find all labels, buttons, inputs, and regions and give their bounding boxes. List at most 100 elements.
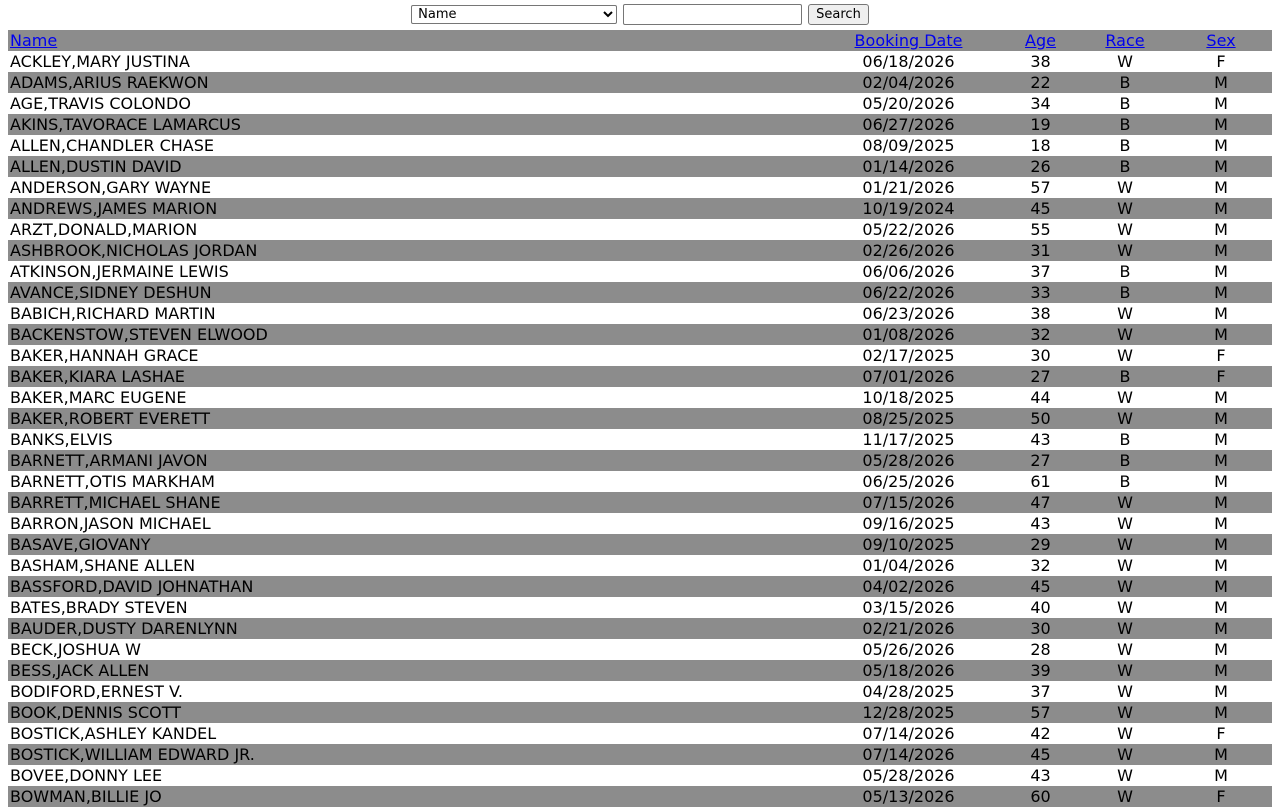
table-row[interactable]: ASHBROOK,NICHOLAS JORDAN 02/26/2026 31 W M (8, 240, 1272, 261)
cell-race: B (1119, 367, 1131, 386)
table-row[interactable]: AKINS,TAVORACE LAMARCUS 06/27/2026 19 B M (8, 114, 1272, 135)
cell-sex: M (1214, 493, 1228, 512)
cell-sex: M (1214, 598, 1228, 617)
table-row[interactable]: BAKER,ROBERT EVERETT 08/25/2025 50 W M (8, 408, 1272, 429)
table-row[interactable]: ANDERSON,GARY WAYNE 01/21/2026 57 W M (8, 177, 1272, 198)
cell-sex: F (1216, 367, 1226, 386)
table-row[interactable]: BAKER,HANNAH GRACE 02/17/2025 30 W F (8, 345, 1272, 366)
table-row[interactable]: BASAVE,GIOVANY 09/10/2025 29 W M (8, 534, 1272, 555)
cell-name: AKINS,TAVORACE LAMARCUS (10, 115, 241, 134)
table-row[interactable]: BACKENSTOW,STEVEN ELWOOD 01/08/2026 32 W M (8, 324, 1272, 345)
cell-sex: M (1214, 388, 1228, 407)
cell-booking-date: 08/25/2025 (862, 409, 955, 428)
search-button[interactable]: Search (808, 4, 869, 25)
cell-name: BOVEE,DONNY LEE (10, 766, 163, 785)
cell-age: 39 (1030, 661, 1051, 680)
table-row[interactable]: BAUDER,DUSTY DARENLYNN 02/21/2026 30 W M (8, 618, 1272, 639)
table-header-row: Name Booking Date Age Race Sex (8, 30, 1272, 51)
table-row[interactable]: BAKER,MARC EUGENE 10/18/2025 44 W M (8, 387, 1272, 408)
cell-name: ARZT,DONALD,MARION (10, 220, 198, 239)
table-row[interactable]: BARRETT,MICHAEL SHANE 07/15/2026 47 W M (8, 492, 1272, 513)
cell-booking-date: 06/06/2026 (862, 262, 955, 281)
cell-race: B (1119, 157, 1131, 176)
cell-name: ALLEN,DUSTIN DAVID (10, 157, 182, 176)
sort-by-name-link[interactable]: Name (10, 31, 57, 50)
cell-sex: M (1214, 283, 1228, 302)
table-row[interactable]: BOSTICK,WILLIAM EDWARD JR. 07/14/2026 45 W M (8, 744, 1272, 765)
cell-booking-date: 05/13/2026 (862, 787, 955, 806)
table-row[interactable]: BARRON,JASON MICHAEL 09/16/2025 43 W M (8, 513, 1272, 534)
cell-race: W (1117, 724, 1133, 743)
cell-booking-date: 07/15/2026 (862, 493, 955, 512)
cell-age: 44 (1030, 388, 1051, 407)
table-row[interactable]: BARNETT,OTIS MARKHAM 06/25/2026 61 B M (8, 471, 1272, 492)
table-row[interactable]: ADAMS,ARIUS RAEKWON 02/04/2026 22 B M (8, 72, 1272, 93)
table-row[interactable]: BESS,JACK ALLEN 05/18/2026 39 W M (8, 660, 1272, 681)
sort-by-sex-link[interactable]: Sex (1206, 31, 1235, 50)
cell-age: 45 (1030, 577, 1051, 596)
cell-name: BASHAM,SHANE ALLEN (10, 556, 196, 575)
table-row[interactable]: ARZT,DONALD,MARION 05/22/2026 55 W M (8, 219, 1272, 240)
cell-sex: M (1214, 661, 1228, 680)
search-field-select[interactable]: Name (411, 5, 618, 24)
table-row[interactable]: ALLEN,CHANDLER CHASE 08/09/2025 18 B M (8, 135, 1272, 156)
table-row[interactable]: BAKER,KIARA LASHAE 07/01/2026 27 B F (8, 366, 1272, 387)
table-row[interactable]: AGE,TRAVIS COLONDO 05/20/2026 34 B M (8, 93, 1272, 114)
cell-booking-date: 05/26/2026 (862, 640, 955, 659)
cell-booking-date: 01/08/2026 (862, 325, 955, 344)
table-row[interactable]: BOWMAN,BILLIE JO 05/13/2026 60 W F (8, 786, 1272, 807)
table-row[interactable]: BABICH,RICHARD MARTIN 06/23/2026 38 W M (8, 303, 1272, 324)
cell-booking-date: 05/28/2026 (862, 766, 955, 785)
cell-age: 55 (1030, 220, 1051, 239)
table-row[interactable]: BARNETT,ARMANI JAVON 05/28/2026 27 B M (8, 450, 1272, 471)
table-row[interactable]: ALLEN,DUSTIN DAVID 01/14/2026 26 B M (8, 156, 1272, 177)
cell-age: 60 (1030, 787, 1051, 806)
cell-sex: M (1214, 682, 1228, 701)
table-row[interactable]: BATES,BRADY STEVEN 03/15/2026 40 W M (8, 597, 1272, 618)
cell-booking-date: 12/28/2025 (862, 703, 955, 722)
cell-race: B (1119, 430, 1131, 449)
table-row[interactable]: BANKS,ELVIS 11/17/2025 43 B M (8, 429, 1272, 450)
cell-age: 32 (1030, 325, 1051, 344)
cell-age: 27 (1030, 367, 1051, 386)
cell-name: BANKS,ELVIS (10, 430, 113, 449)
table-row[interactable]: BASSFORD,DAVID JOHNATHAN 04/02/2026 45 W M (8, 576, 1272, 597)
table-row[interactable]: BASHAM,SHANE ALLEN 01/04/2026 32 W M (8, 555, 1272, 576)
cell-age: 30 (1030, 346, 1051, 365)
sort-by-race-link[interactable]: Race (1105, 31, 1144, 50)
search-input[interactable] (623, 4, 803, 25)
table-row[interactable]: BECK,JOSHUA W 05/26/2026 28 W M (8, 639, 1272, 660)
cell-age: 29 (1030, 535, 1051, 554)
cell-sex: M (1214, 619, 1228, 638)
table-row[interactable]: ATKINSON,JERMAINE LEWIS 06/06/2026 37 B M (8, 261, 1272, 282)
cell-sex: M (1214, 472, 1228, 491)
table-row[interactable]: ANDREWS,JAMES MARION 10/19/2024 45 W M (8, 198, 1272, 219)
cell-name: BATES,BRADY STEVEN (10, 598, 188, 617)
cell-booking-date: 10/18/2025 (862, 388, 955, 407)
cell-booking-date: 02/04/2026 (862, 73, 955, 92)
table-row[interactable]: BOSTICK,ASHLEY KANDEL 07/14/2026 42 W F (8, 723, 1272, 744)
cell-sex: M (1214, 640, 1228, 659)
cell-race: B (1119, 451, 1131, 470)
table-row[interactable]: AVANCE,SIDNEY DESHUN 06/22/2026 33 B M (8, 282, 1272, 303)
table-row[interactable]: ACKLEY,MARY JUSTINA 06/18/2026 38 W F (8, 51, 1272, 72)
table-row[interactable]: BOOK,DENNIS SCOTT 12/28/2025 57 W M (8, 702, 1272, 723)
cell-age: 45 (1030, 199, 1051, 218)
cell-race: W (1117, 493, 1133, 512)
cell-race: W (1117, 514, 1133, 533)
cell-sex: M (1214, 136, 1228, 155)
cell-name: ANDERSON,GARY WAYNE (10, 178, 212, 197)
table-row[interactable]: BOVEE,DONNY LEE 05/28/2026 43 W M (8, 765, 1272, 786)
cell-booking-date: 05/20/2026 (862, 94, 955, 113)
cell-name: BESS,JACK ALLEN (10, 661, 150, 680)
cell-race: W (1117, 199, 1133, 218)
cell-name: BOOK,DENNIS SCOTT (10, 703, 181, 722)
sort-by-age-link[interactable]: Age (1025, 31, 1056, 50)
column-header-booking-date: Booking Date (816, 30, 1001, 51)
cell-age: 19 (1030, 115, 1051, 134)
cell-race: W (1117, 346, 1133, 365)
cell-race: W (1117, 178, 1133, 197)
cell-name: ALLEN,CHANDLER CHASE (10, 136, 215, 155)
table-row[interactable]: BODIFORD,ERNEST V. 04/28/2025 37 W M (8, 681, 1272, 702)
sort-by-booking-date-link[interactable]: Booking Date (855, 31, 963, 50)
